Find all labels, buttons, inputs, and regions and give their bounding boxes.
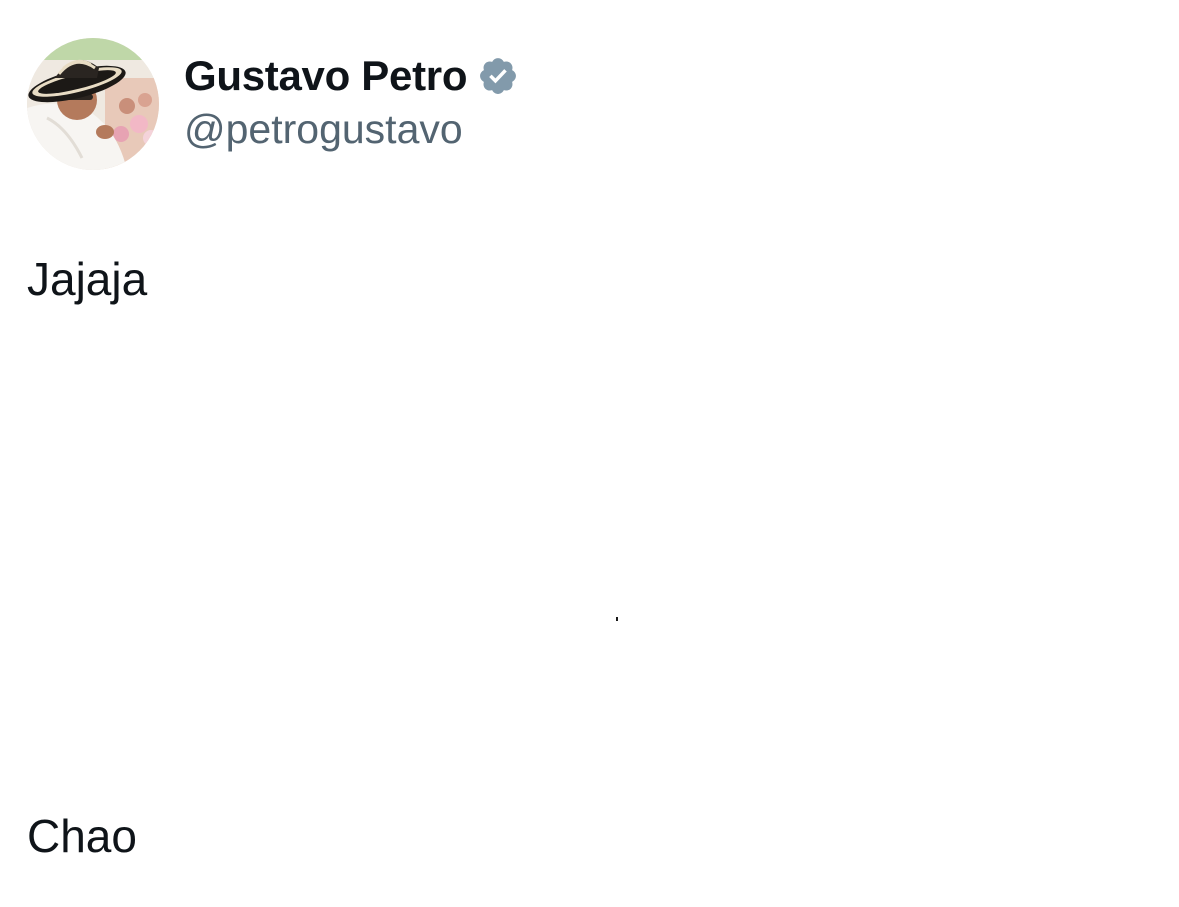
display-name[interactable]: Gustavo Petro <box>184 52 467 100</box>
author-name-row: Gustavo Petro <box>184 50 519 102</box>
author-handle[interactable]: @petrogustavo <box>184 106 463 153</box>
tweet-text-line-2: Chao <box>27 810 137 862</box>
avatar-photo-icon <box>27 38 159 170</box>
avatar[interactable] <box>27 38 159 170</box>
tweet-card: Gustavo Petro @petrogustavo Jajaja Chao <box>0 0 1179 907</box>
tweet-text-line-1: Jajaja <box>27 253 148 305</box>
image-artifact <box>616 617 618 621</box>
verified-badge-icon <box>477 55 519 97</box>
